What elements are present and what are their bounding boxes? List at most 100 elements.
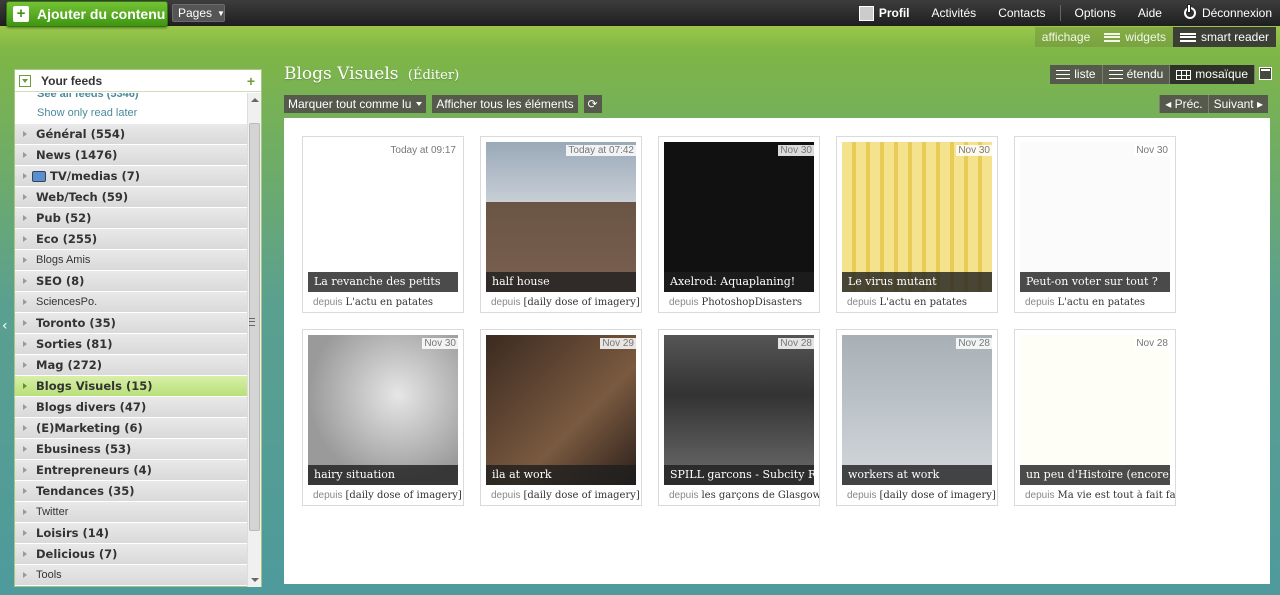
help-link[interactable]: Aide [1138, 6, 1162, 20]
expand-arrow-icon[interactable] [23, 467, 27, 473]
scroll-up-icon[interactable] [251, 98, 259, 102]
source-name[interactable]: L'actu en patates [345, 297, 433, 308]
expand-arrow-icon[interactable] [23, 299, 27, 305]
card-thumbnail[interactable] [664, 142, 814, 292]
expand-arrow-icon[interactable] [23, 572, 27, 578]
sidebar-item[interactable]: Mag (272) [15, 355, 247, 376]
expand-arrow-icon[interactable] [23, 257, 27, 263]
sidebar-item[interactable]: Tools [15, 565, 247, 586]
source-name[interactable]: L'actu en patates [1057, 297, 1145, 308]
expand-arrow-icon[interactable] [23, 362, 27, 368]
collapse-toggle-icon[interactable] [19, 74, 31, 87]
sidebar-item[interactable]: SciencesPo. [15, 292, 247, 313]
card-title[interactable]: workers at work [842, 465, 992, 485]
expand-arrow-icon[interactable] [23, 488, 27, 494]
sidebar-item[interactable]: Twitter [15, 502, 247, 523]
card-title[interactable]: half house [486, 272, 636, 292]
expand-arrow-icon[interactable] [23, 236, 27, 242]
card-thumbnail[interactable] [842, 142, 992, 292]
sidebar-item[interactable]: Pub (52) [15, 208, 247, 229]
expand-arrow-icon[interactable] [23, 341, 27, 347]
collapse-sidebar-icon[interactable]: ‹ [2, 318, 8, 334]
contacts-link[interactable]: Contacts [998, 6, 1045, 20]
expand-arrow-icon[interactable] [23, 173, 27, 179]
sidebar-item[interactable]: Web/Tech (59) [15, 187, 247, 208]
card-thumbnail[interactable] [308, 335, 458, 485]
display-mode-button[interactable]: affichage [1034, 27, 1098, 47]
show-all-button[interactable]: Afficher tous les éléments [432, 95, 578, 113]
feed-card[interactable]: Nov 30 Peut-on voter sur tout ? depuis L'ac… [1014, 136, 1176, 313]
see-all-feeds-link[interactable]: See all feeds (5346) [15, 93, 247, 103]
expand-arrow-icon[interactable] [23, 194, 27, 200]
feed-card[interactable]: Nov 28 un peu d'Histoire (encore) depuis Ma… [1014, 329, 1176, 506]
widgets-mode-button[interactable]: widgets [1097, 27, 1173, 47]
tab-mosaic-view[interactable]: mosaïque [1170, 65, 1255, 84]
card-thumbnail[interactable] [1020, 142, 1170, 292]
pages-menu-button[interactable]: Pages ▼ [172, 4, 225, 22]
resize-grip-icon[interactable] [249, 318, 255, 326]
sidebar-item[interactable]: (E)Marketing (6) [15, 418, 247, 439]
feed-card[interactable]: Nov 30 Le virus mutant depuis L'actu en pat… [836, 136, 998, 313]
add-content-button[interactable]: + Ajouter du contenu [6, 1, 168, 27]
card-thumbnail[interactable] [664, 335, 814, 485]
card-title[interactable]: hairy situation [308, 465, 458, 485]
card-thumbnail[interactable] [1020, 335, 1170, 485]
sidebar-item[interactable]: SEO (8) [15, 271, 247, 292]
feed-card[interactable]: Today at 09:17 La revanche des petits depu… [302, 136, 464, 313]
sidebar-item[interactable]: Entrepreneurs (4) [15, 460, 247, 481]
sidebar-item[interactable]: Ebusiness (53) [15, 439, 247, 460]
sidebar-item[interactable]: Blogs Amis [15, 250, 247, 271]
scroll-down-icon[interactable] [251, 578, 259, 582]
source-name[interactable]: L'actu en patates [879, 297, 967, 308]
tab-expanded-view[interactable]: étendu [1102, 65, 1171, 84]
source-name[interactable]: [daily dose of imagery] [523, 297, 639, 308]
card-title[interactable]: Axelrod: Aquaplaning! [664, 272, 814, 292]
expand-arrow-icon[interactable] [23, 131, 27, 137]
profile-link[interactable]: Profil [858, 5, 910, 21]
add-feed-icon[interactable]: + [247, 73, 255, 89]
sidebar-item[interactable]: Blogs divers (47) [15, 397, 247, 418]
source-name[interactable]: Ma vie est tout à fait fascinante [1057, 490, 1175, 501]
smart-reader-mode-button[interactable]: smart reader [1172, 27, 1276, 47]
feed-card[interactable]: Nov 29 ila at work depuis [daily dose of im… [480, 329, 642, 506]
source-name[interactable]: les garçons de Glasgow [701, 490, 819, 501]
sidebar-item[interactable]: Delicious (7) [15, 544, 247, 565]
sidebar-item[interactable]: Blogs Visuels (15) [15, 376, 247, 397]
sidebar-item[interactable]: News (1476) [15, 145, 247, 166]
sidebar-scrollbar[interactable] [247, 93, 261, 587]
feed-card[interactable]: Today at 07:42 half house depuis [daily dos… [480, 136, 642, 313]
card-title[interactable]: La revanche des petits [308, 272, 458, 292]
sidebar-item[interactable]: Général (554) [15, 124, 247, 145]
expand-arrow-icon[interactable] [23, 320, 27, 326]
card-thumbnail[interactable] [308, 142, 458, 292]
expand-arrow-icon[interactable] [23, 446, 27, 452]
source-name[interactable]: PhotoshopDisasters [701, 297, 802, 308]
scroll-thumb[interactable] [249, 123, 260, 531]
expand-arrow-icon[interactable] [23, 530, 27, 536]
expand-arrow-icon[interactable] [23, 404, 27, 410]
sidebar-item[interactable]: Eco (255) [15, 229, 247, 250]
sidebar-item[interactable]: Loisirs (14) [15, 523, 247, 544]
card-title[interactable]: un peu d'Histoire (encore) [1020, 465, 1170, 485]
card-title[interactable]: ila at work [486, 465, 636, 485]
source-name[interactable]: [daily dose of imagery] [879, 490, 995, 501]
maximize-icon[interactable] [1259, 67, 1272, 80]
feed-card[interactable]: Nov 30 Axelrod: Aquaplaning! depuis Photosh… [658, 136, 820, 313]
sidebar-item[interactable]: TV/medias (7) [15, 166, 247, 187]
source-name[interactable]: [daily dose of imagery] [345, 490, 461, 501]
expand-arrow-icon[interactable] [23, 425, 27, 431]
expand-arrow-icon[interactable] [23, 152, 27, 158]
card-thumbnail[interactable] [486, 142, 636, 292]
expand-arrow-icon[interactable] [23, 215, 27, 221]
edit-link[interactable]: (Éditer) [408, 68, 459, 83]
card-thumbnail[interactable] [842, 335, 992, 485]
card-title[interactable]: Peut-on voter sur tout ? [1020, 272, 1170, 292]
read-later-link[interactable]: Show only read later [15, 103, 247, 124]
card-title[interactable]: Le virus mutant [842, 272, 992, 292]
next-button[interactable]: Suivant ▸ [1207, 95, 1268, 113]
refresh-icon[interactable]: ⟳ [583, 95, 602, 113]
options-link[interactable]: Options [1075, 6, 1116, 20]
feed-card[interactable]: Nov 30 hairy situation depuis [daily dose o… [302, 329, 464, 506]
card-title[interactable]: SPILL garcons - Subcity Ra [664, 465, 814, 485]
mark-all-read-button[interactable]: Marquer tout comme lu [284, 95, 427, 113]
